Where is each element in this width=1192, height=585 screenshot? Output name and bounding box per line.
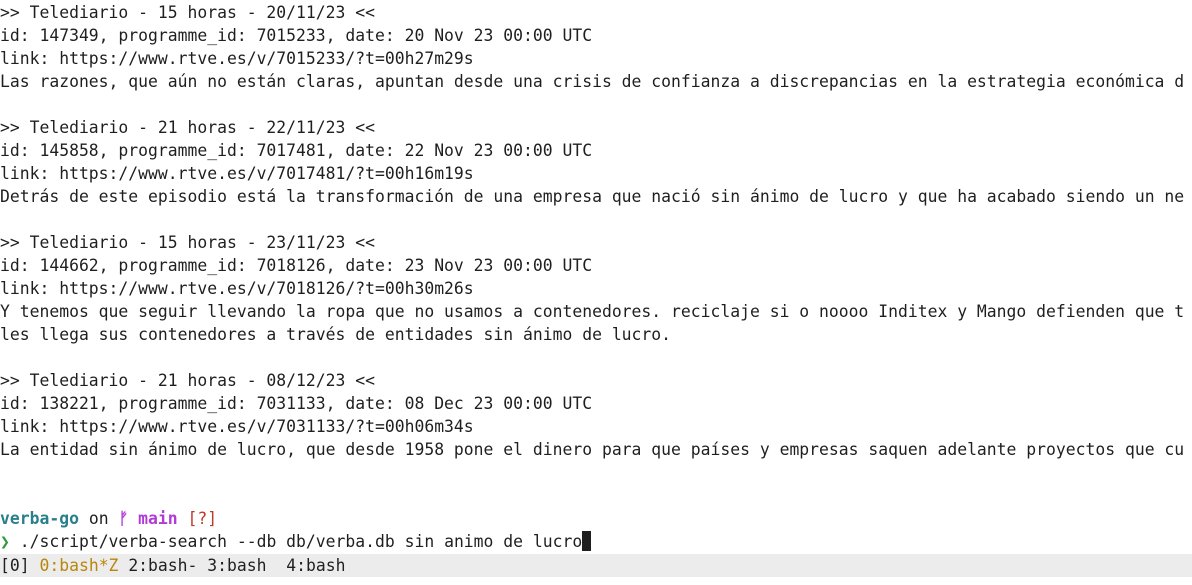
result-meta: id: 138221, programme_id: 7031133, date:… — [0, 394, 593, 413]
result-text: Y tenemos que seguir llevando la ropa qu… — [0, 302, 1185, 321]
tmux-window-0[interactable]: 0:bash*Z — [39, 556, 118, 575]
result-link: link: https://www.rtve.es/v/7015233/?t=0… — [0, 49, 474, 68]
prompt-arrow-icon: ❯ — [0, 532, 10, 551]
result-link: link: https://www.rtve.es/v/7018126/?t=0… — [0, 279, 474, 298]
prompt-on: on — [88, 509, 109, 528]
result-meta: id: 147349, programme_id: 7015233, date:… — [0, 26, 593, 45]
shell-prompt: verba-go on ᚠ main [?] — [0, 507, 1192, 530]
result-link: link: https://www.rtve.es/v/7031133/?t=0… — [0, 417, 474, 436]
prompt-directory: verba-go — [0, 509, 79, 528]
result-text: les llega sus contenedores a través de e… — [0, 325, 672, 344]
result-link: link: https://www.rtve.es/v/7017481/?t=0… — [0, 164, 474, 183]
result-header: >> Telediario - 21 horas - 08/12/23 << — [0, 371, 375, 390]
terminal-output[interactable]: >> Telediario - 15 horas - 20/11/23 << i… — [0, 0, 1192, 585]
tmux-status-bar: [0] 0:bash*Z 2:bash- 3:bash 4:bash — [0, 554, 1192, 577]
tmux-window-3[interactable]: 3:bash — [207, 556, 266, 575]
tmux-window-4[interactable]: 4:bash — [286, 556, 345, 575]
result-meta: id: 144662, programme_id: 7018126, date:… — [0, 256, 593, 275]
result-text: Las razones, que aún no están claras, ap… — [0, 72, 1185, 91]
git-branch-icon: ᚠ — [118, 509, 129, 528]
result-meta: id: 145858, programme_id: 7017481, date:… — [0, 141, 593, 160]
text-cursor — [582, 531, 592, 551]
command-input[interactable]: ./script/verba-search --db db/verba.db s… — [20, 532, 582, 551]
result-header: >> Telediario - 21 horas - 22/11/23 << — [0, 118, 375, 137]
result-header: >> Telediario - 15 horas - 23/11/23 << — [0, 233, 375, 252]
tmux-session: [0] — [0, 556, 30, 575]
result-text: La entidad sin ánimo de lucro, que desde… — [0, 440, 1185, 459]
result-header: >> Telediario - 15 horas - 20/11/23 << — [0, 3, 375, 22]
git-branch-name: main — [138, 509, 178, 528]
command-line[interactable]: ❯ ./script/verba-search --db db/verba.db… — [0, 530, 1192, 553]
tmux-window-2[interactable]: 2:bash- — [128, 556, 197, 575]
result-text: Detrás de este episodio está la transfor… — [0, 187, 1185, 206]
git-status: [?] — [187, 509, 218, 528]
